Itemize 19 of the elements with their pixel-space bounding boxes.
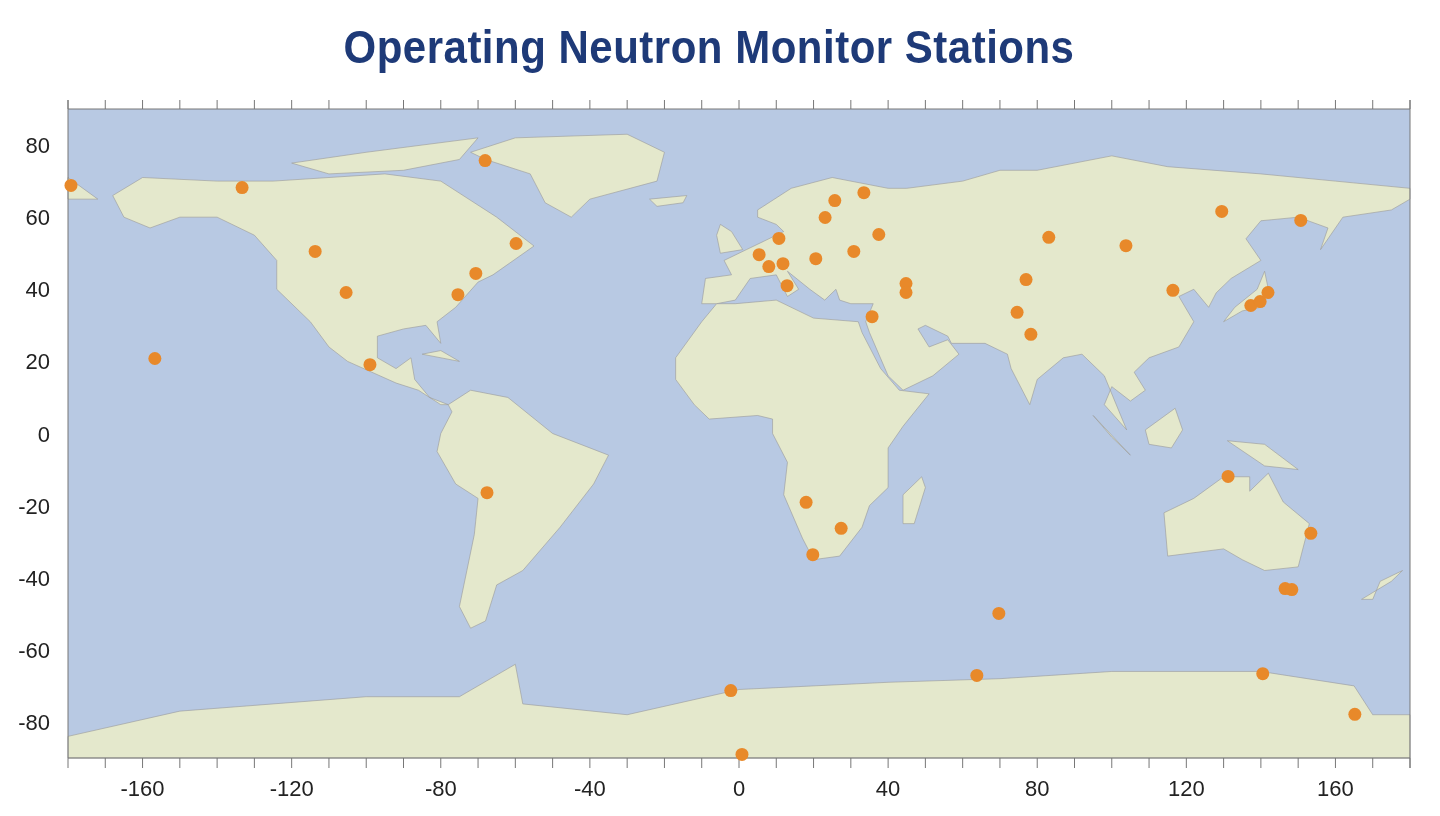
y-tick-label: -80 xyxy=(18,709,50,735)
y-tick-label: 20 xyxy=(25,349,50,375)
x-tick-label: 120 xyxy=(1167,776,1205,801)
y-tick-label: -40 xyxy=(18,565,50,591)
y-tick-label: 0 xyxy=(37,421,50,447)
y-tick-label: 40 xyxy=(25,277,50,303)
y-tick-label: -20 xyxy=(18,493,50,519)
y-tick-label: 80 xyxy=(25,133,50,159)
x-tick-label: 0 xyxy=(732,776,746,801)
x-tick-label: 160 xyxy=(1317,776,1354,801)
x-tick-label: -160 xyxy=(120,776,165,801)
chart-title: Operating Neutron Monitor Stations xyxy=(343,21,1075,74)
x-tick-label: -80 xyxy=(424,776,457,801)
x-tick-label: 80 xyxy=(1025,776,1050,801)
y-tick-label: 60 xyxy=(25,205,50,231)
x-tick-label: -40 xyxy=(574,776,606,801)
y-tick-label: -60 xyxy=(18,637,50,663)
x-tick-label: 40 xyxy=(875,776,901,801)
x-tick-label: -120 xyxy=(269,776,314,801)
